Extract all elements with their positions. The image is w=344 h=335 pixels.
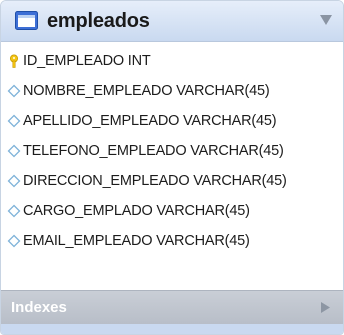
table-card-empleados[interactable]: empleados ID_EMPLEADO INT NOMBRE_EMPLEAD… (0, 0, 344, 335)
column-label: NOMBRE_EMPLEADO VARCHAR(45) (23, 83, 270, 99)
table-footer (1, 324, 343, 334)
triangle-down-icon[interactable] (319, 14, 333, 26)
column-list: ID_EMPLEADO INT NOMBRE_EMPLEADO VARCHAR(… (1, 46, 343, 256)
column-row-apellido-empleado[interactable]: APELLIDO_EMPLEADO VARCHAR(45) (1, 106, 343, 136)
column-row-email-empleado[interactable]: EMAIL_EMPLEADO VARCHAR(45) (1, 226, 343, 256)
column-diamond-icon (7, 84, 21, 98)
column-label: TELEFONO_EMPLEADO VARCHAR(45) (23, 143, 284, 159)
table-icon (15, 11, 38, 30)
column-row-cargo-emplado[interactable]: CARGO_EMPLADO VARCHAR(45) (1, 196, 343, 226)
column-label: DIRECCION_EMPLEADO VARCHAR(45) (23, 173, 287, 189)
column-diamond-icon (7, 114, 21, 128)
column-row-direccion-empleado[interactable]: DIRECCION_EMPLEADO VARCHAR(45) (1, 166, 343, 196)
indexes-label: Indexes (11, 299, 67, 316)
column-label: APELLIDO_EMPLEADO VARCHAR(45) (23, 113, 277, 129)
column-row-nombre-empleado[interactable]: NOMBRE_EMPLEADO VARCHAR(45) (1, 76, 343, 106)
column-row-telefono-empleado[interactable]: TELEFONO_EMPLEADO VARCHAR(45) (1, 136, 343, 166)
column-label: EMAIL_EMPLEADO VARCHAR(45) (23, 233, 250, 249)
primary-key-icon (10, 54, 18, 68)
column-diamond-icon (7, 204, 21, 218)
table-title: empleados (47, 10, 150, 32)
column-diamond-icon (7, 144, 21, 158)
column-label: CARGO_EMPLADO VARCHAR(45) (23, 203, 250, 219)
table-header[interactable]: empleados (1, 1, 343, 42)
column-diamond-icon (7, 174, 21, 188)
triangle-right-icon[interactable] (320, 301, 331, 314)
indexes-section-header[interactable]: Indexes (1, 290, 343, 324)
column-diamond-icon (7, 234, 21, 248)
column-row-id-empleado[interactable]: ID_EMPLEADO INT (1, 46, 343, 76)
column-label: ID_EMPLEADO INT (23, 53, 151, 69)
